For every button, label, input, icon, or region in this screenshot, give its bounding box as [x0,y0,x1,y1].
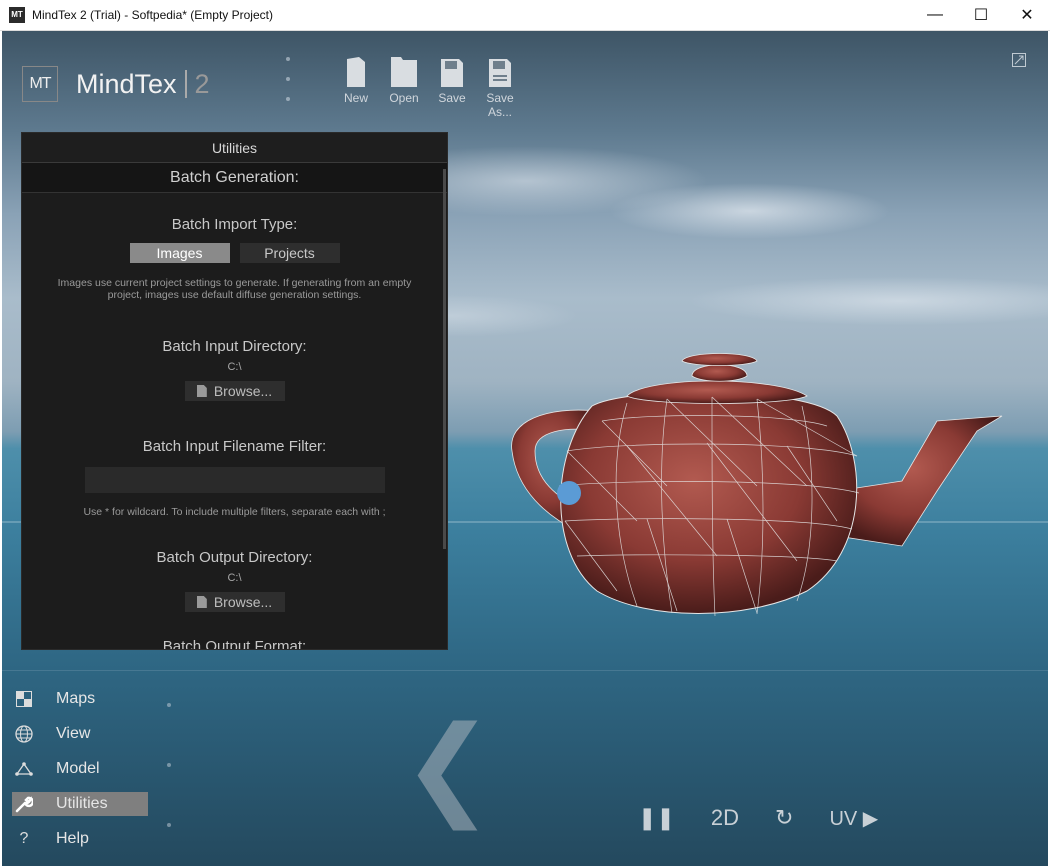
open-button[interactable]: Open [380,51,428,119]
toolbar-dots [286,57,292,117]
toolbar: New Open Save Save As... [332,51,524,119]
2d-toggle-button[interactable]: 2D [711,805,739,831]
window-title: MindTex 2 (Trial) - Softpedia* (Empty Pr… [32,8,273,22]
input-browse-label: Browse... [213,383,273,399]
minimize-button[interactable]: — [912,0,958,31]
import-type-images[interactable]: Images [129,243,230,263]
file-icon [196,385,207,397]
logo-mark: MT [22,66,58,102]
import-type-label: Batch Import Type: [171,216,298,233]
save-as-label: Save As... [486,91,514,119]
help-icon: ? [19,830,29,847]
section-title: Batch Generation: [22,163,447,193]
reset-view-button[interactable]: ↻ [775,805,793,831]
filename-filter-label: Batch Input Filename Filter: [142,438,327,455]
filename-filter-input[interactable] [84,467,385,493]
filename-filter-hint: Use * for wildcard. To include multiple … [83,506,386,518]
nav-item-help[interactable]: ? Help [12,827,148,851]
fullscreen-icon[interactable] [1012,53,1026,67]
floppy-disk-as-icon [476,51,524,87]
nav-item-view[interactable]: View [12,722,148,746]
maps-icon [14,689,34,709]
folder-icon [380,51,428,87]
new-button[interactable]: New [332,51,380,119]
nav-label-utilities: Utilities [56,795,108,812]
save-label: Save [438,91,466,105]
logo-version: 2 [194,68,210,99]
logo-name: MindTex [76,68,177,99]
open-label: Open [389,91,419,105]
import-type-toggle: Images Projects [22,243,447,263]
file-icon [196,596,207,608]
nav-item-utilities[interactable]: Utilities [12,792,148,816]
nav-separator [2,670,1048,671]
close-button[interactable]: ✕ [1004,0,1050,31]
viewport-controls: ❚❚ 2D ↻ UV ▶ [638,805,914,831]
nav-label-maps: Maps [56,690,96,707]
new-file-icon [332,51,380,87]
globe-icon [14,724,34,744]
output-dir-browse-button[interactable]: Browse... [184,592,285,612]
import-type-projects[interactable]: Projects [239,243,340,263]
input-dir-browse-button[interactable]: Browse... [184,381,285,401]
input-dir-value: C:\ [227,361,242,373]
pause-button[interactable]: ❚❚ [638,805,675,831]
main-nav: Maps View Model Utilities ? Help [12,687,148,862]
input-dir-label: Batch Input Directory: [162,338,307,355]
maximize-button[interactable]: ☐ [958,0,1004,31]
cursor-marker [557,481,581,505]
logo-divider [184,70,187,98]
output-browse-label: Browse... [213,594,273,610]
teapot-model[interactable] [507,321,1007,621]
model-icon [14,759,34,779]
utilities-panel: Utilities Batch Generation: Batch Import… [21,132,448,650]
app-icon: MT [9,7,25,23]
save-as-button[interactable]: Save As... [476,51,524,119]
nav-label-view: View [56,725,91,742]
panel-scrollbar[interactable] [443,169,446,549]
app-logo: MT MindTex 2 [22,66,210,102]
output-dir-value: C:\ [227,572,242,584]
nav-label-model: Model [56,760,100,777]
panel-title: Utilities [22,133,447,163]
nav-item-model[interactable]: Model [12,757,148,781]
window-titlebar: MT MindTex 2 (Trial) - Softpedia* (Empty… [0,0,1050,31]
collapse-chevron-icon[interactable]: ❮ [402,711,494,821]
nav-dots [167,703,171,866]
uv-button[interactable]: UV ▶ [829,806,878,831]
viewport[interactable]: MT MindTex 2 New Open Save Save As... Ut… [2,31,1048,866]
output-dir-label: Batch Output Directory: [156,549,313,566]
new-label: New [343,91,368,105]
wrench-icon [14,794,34,814]
output-format-label: Batch Output Format: [162,638,307,650]
floppy-disk-icon [428,51,476,87]
save-button[interactable]: Save [428,51,476,119]
nav-item-maps[interactable]: Maps [12,687,148,711]
import-type-hint: Images use current project settings to g… [57,277,412,301]
nav-label-help: Help [56,830,89,847]
